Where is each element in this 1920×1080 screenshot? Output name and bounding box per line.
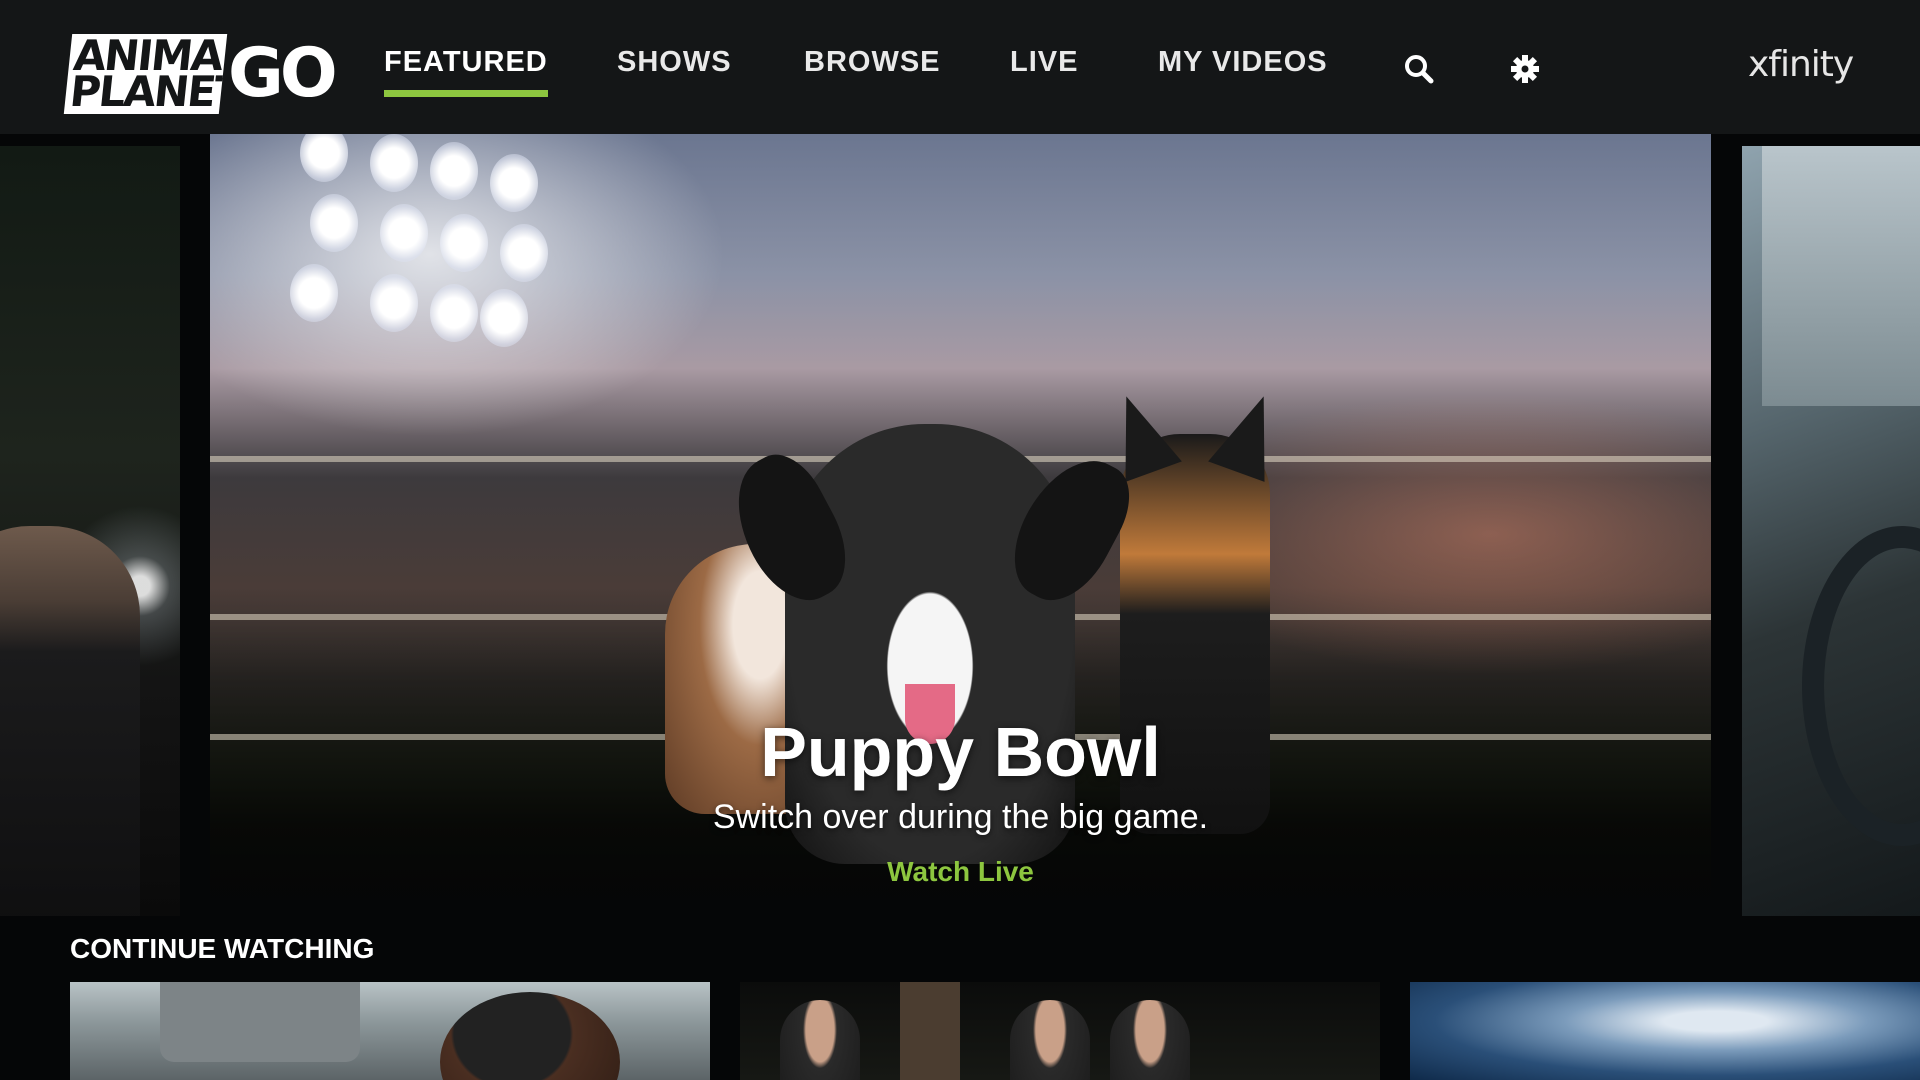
featured-hero-card[interactable]: Puppy Bowl Switch over during the big ga… bbox=[210, 134, 1711, 916]
nav-item-label: MY VIDEOS bbox=[1158, 46, 1328, 78]
hero-title: Puppy Bowl bbox=[760, 713, 1161, 791]
person-image bbox=[780, 1000, 860, 1080]
stadium-lights bbox=[280, 134, 580, 354]
continue-watching-item[interactable] bbox=[70, 982, 710, 1080]
nav-item-browse[interactable]: BROWSE bbox=[804, 46, 941, 79]
nav-item-label: LIVE bbox=[1010, 46, 1079, 78]
tree-trunk-image bbox=[900, 982, 960, 1080]
nav-item-featured[interactable]: FEATURED bbox=[384, 46, 548, 97]
watch-live-link[interactable]: Watch Live bbox=[210, 856, 1711, 888]
continue-watching-item[interactable] bbox=[1410, 982, 1920, 1080]
logo-wordmark: ANIMAL PLANET bbox=[63, 34, 228, 114]
continue-watching-heading: CONTINUE WATCHING bbox=[70, 933, 375, 964]
continue-watching-item[interactable] bbox=[740, 982, 1380, 1080]
nav-item-label: FEATURED bbox=[384, 46, 548, 78]
gear-icon[interactable] bbox=[1508, 52, 1542, 86]
car-window-image bbox=[1762, 146, 1920, 406]
search-icon[interactable] bbox=[1402, 52, 1436, 86]
nav-item-label: BROWSE bbox=[804, 46, 941, 78]
nav-item-label: SHOWS bbox=[617, 46, 732, 78]
logo-go-text: GO bbox=[228, 34, 338, 113]
nav-item-my-videos[interactable]: MY VIDEOS bbox=[1158, 46, 1328, 79]
show-person-image bbox=[0, 526, 140, 916]
carousel-prev-card[interactable] bbox=[0, 146, 180, 916]
hero-subtitle: Switch over during the big game. bbox=[712, 798, 1209, 836]
animal-planet-go-logo[interactable]: ANIMAL PLANET GO bbox=[63, 34, 338, 118]
person-image bbox=[1110, 1000, 1190, 1080]
person-image bbox=[1010, 1000, 1090, 1080]
steering-wheel-image bbox=[1802, 526, 1920, 846]
carousel-next-card[interactable] bbox=[1742, 146, 1920, 916]
nav-item-shows[interactable]: SHOWS bbox=[617, 46, 732, 79]
car-visor-image bbox=[160, 982, 360, 1062]
xfinity-brand-logo: xfinity bbox=[1748, 44, 1854, 85]
active-tab-indicator bbox=[384, 90, 548, 97]
person-image bbox=[440, 992, 620, 1080]
top-navigation-bar: ANIMAL PLANET GO FEATURED SHOWS BROWSE L… bbox=[0, 0, 1920, 134]
nav-item-live[interactable]: LIVE bbox=[1010, 46, 1078, 79]
logo-line-2: PLANET bbox=[67, 67, 228, 114]
